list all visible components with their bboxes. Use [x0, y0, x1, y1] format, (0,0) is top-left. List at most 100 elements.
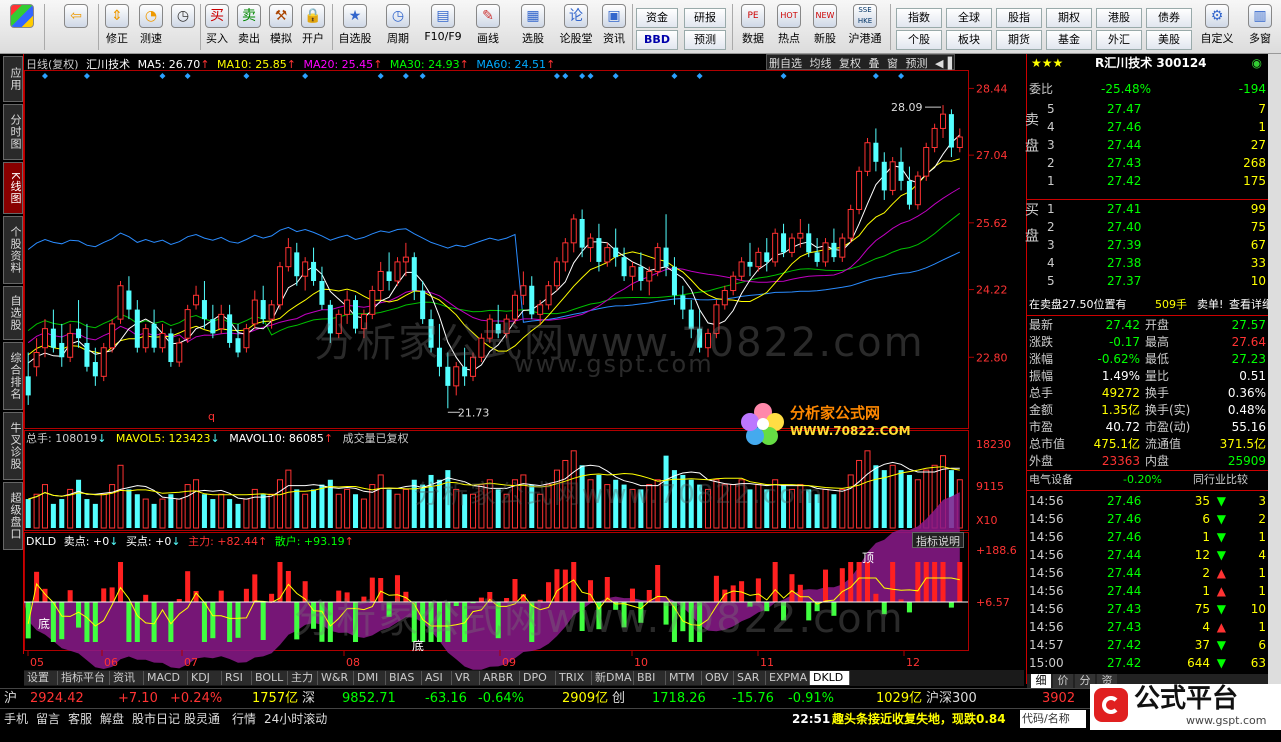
status-link-7[interactable]: 24小时滚动	[264, 709, 327, 729]
forecast-kline-button[interactable]: 预测	[906, 57, 928, 70]
market-button-2-0[interactable]: 股指	[996, 8, 1042, 28]
stock-pick-button[interactable]: ▦ 选股	[512, 2, 554, 52]
research-button[interactable]: 研报	[684, 8, 726, 28]
sz-label[interactable]: 深	[302, 689, 315, 709]
status-link-2[interactable]: 客服	[68, 709, 92, 729]
hotspot-button[interactable]: HOT 热点	[772, 2, 806, 52]
data-button[interactable]: PE 数据	[736, 2, 770, 52]
windows-button[interactable]	[4, 2, 40, 52]
watchlist-button[interactable]: ★ 自选股	[334, 2, 376, 52]
hs300-label[interactable]: 沪深300	[926, 689, 977, 709]
remove-watchlist-button[interactable]: 删自选	[769, 57, 802, 70]
industry-compare-link[interactable]: 同行业比较	[1193, 471, 1248, 489]
multiwindow-button[interactable]: ▥ 多窗	[1240, 2, 1280, 52]
indicator-tab-macd-3[interactable]: MACD	[144, 671, 188, 685]
indicator-tab-boll-6[interactable]: BOLL	[252, 671, 288, 685]
indicator-tab--2[interactable]: 资讯	[110, 671, 144, 685]
status-link-0[interactable]: 手机	[4, 709, 28, 729]
sidetab-kline[interactable]: K线图	[3, 162, 23, 214]
new-stock-button[interactable]: NEW 新股	[808, 2, 842, 52]
market-button-2-1[interactable]: 期货	[996, 30, 1042, 50]
market-button-3-0[interactable]: 期权	[1046, 8, 1092, 28]
indicator-tab-vr-12[interactable]: VR	[452, 671, 480, 685]
news-button[interactable]: ▣ 资讯	[598, 2, 630, 52]
market-button-1-0[interactable]: 全球	[946, 8, 992, 28]
indicator-tab-expma-21[interactable]: EXPMA	[766, 671, 810, 685]
speedtest-button[interactable]: ◔ 测速	[134, 2, 168, 52]
quote-tab-1[interactable]: 价	[1053, 674, 1073, 688]
indicator-tab-bbi-17[interactable]: BBI	[634, 671, 666, 685]
sidetab-apps[interactable]: 应用	[3, 56, 23, 102]
bbd-button[interactable]: BBD	[636, 30, 678, 50]
indicator-tab--1[interactable]: 指标平台	[58, 671, 110, 685]
speedtest2-button[interactable]: ◷	[166, 2, 200, 52]
indicator-tab-bias-10[interactable]: BIAS	[386, 671, 422, 685]
ma-button[interactable]: 均线	[810, 57, 832, 70]
overlay-button[interactable]: 叠	[869, 57, 880, 70]
indicator-tab--7[interactable]: 主力	[288, 671, 318, 685]
indicator-tab-trix-15[interactable]: TRIX	[556, 671, 592, 685]
sell-info-link[interactable]: 查看详细	[1229, 296, 1273, 314]
status-link-3[interactable]: 解盘	[100, 709, 124, 729]
market-button-1-1[interactable]: 板块	[946, 30, 992, 50]
sidetab-watchlist[interactable]: 自选股	[3, 286, 23, 340]
indicator-tab-asi-11[interactable]: ASI	[422, 671, 452, 685]
window-button[interactable]: 窗	[887, 57, 898, 70]
adjust-button[interactable]: 复权	[839, 57, 861, 70]
indicator-tab-kdj-4[interactable]: KDJ	[188, 671, 222, 685]
candle-body-down	[386, 271, 392, 281]
indicator-tab-obv-19[interactable]: OBV	[702, 671, 734, 685]
open-account-button[interactable]: 🔒 开户	[298, 2, 328, 52]
news-headline[interactable]: 趣头条接近收复失地，现跌0.84	[832, 709, 1006, 729]
market-button-0-0[interactable]: 指数	[896, 8, 942, 28]
status-link-5[interactable]: 股灵通	[184, 709, 220, 729]
correct-button[interactable]: ⇕ 修正	[100, 2, 134, 52]
indicator-tab-dkld-22[interactable]: DKLD	[810, 671, 850, 685]
status-link-1[interactable]: 留言	[36, 709, 60, 729]
sidetab-ranking[interactable]: 综合排名	[3, 342, 23, 410]
market-button-0-1[interactable]: 个股	[896, 30, 942, 50]
indicator-tab-sar-20[interactable]: SAR	[734, 671, 766, 685]
simulate-button[interactable]: ⚒ 模拟	[266, 2, 296, 52]
forecast-button[interactable]: 预测	[684, 30, 726, 50]
sidetab-diagnosis[interactable]: 牛叉诊股	[3, 412, 23, 480]
quote-tab-0[interactable]: 细	[1031, 674, 1051, 688]
buy-button[interactable]: 买买入	[202, 2, 232, 52]
sell-button[interactable]: 卖卖出	[234, 2, 264, 52]
fund-button[interactable]: 资金	[636, 8, 678, 28]
sh-label[interactable]: 沪	[4, 689, 17, 709]
indicator-tab-arbr-13[interactable]: ARBR	[480, 671, 520, 685]
indicator-tab-dmi-9[interactable]: DMI	[354, 671, 386, 685]
sidetab-profile[interactable]: 个股资料	[3, 216, 23, 284]
draw-line-button[interactable]: ✎ 画线	[468, 2, 508, 52]
sync-icon[interactable]: ◉	[1252, 54, 1262, 72]
indicator-explain-button[interactable]: 指标说明	[912, 532, 964, 548]
market-button-5-1[interactable]: 美股	[1146, 30, 1192, 50]
hk-connect-button[interactable]: SSE HKE 沪港通	[844, 2, 886, 52]
indicator-tab-mtm-18[interactable]: MTM	[666, 671, 702, 685]
indicator-tab-wr-8[interactable]: W&R	[318, 671, 354, 685]
market-button-3-1[interactable]: 基金	[1046, 30, 1092, 50]
forum-button[interactable]: 论论股堂	[556, 2, 596, 52]
sidetab-super-orderbook[interactable]: 超级盘口	[3, 482, 23, 550]
market-button-5-0[interactable]: 债券	[1146, 8, 1192, 28]
market-button-4-1[interactable]: 外汇	[1096, 30, 1142, 50]
status-link-6[interactable]: 行情	[232, 709, 256, 729]
indicator-tab--0[interactable]: 设置	[24, 671, 58, 685]
status-link-4[interactable]: 股市日记	[132, 709, 180, 729]
code-search-input[interactable]: 代码/名称	[1020, 710, 1086, 728]
candle-body-up	[956, 136, 963, 149]
indicator-tab-dma-16[interactable]: 新DMA	[592, 671, 634, 685]
sidetab-intraday[interactable]: 分时图	[3, 104, 23, 160]
indicator-tab-dpo-14[interactable]: DPO	[520, 671, 556, 685]
custom-button[interactable]: ⚙ 自定义	[1196, 2, 1238, 52]
pin-icon[interactable]: ◀▐	[935, 57, 952, 70]
market-button-4-0[interactable]: 港股	[1096, 8, 1142, 28]
cy-label[interactable]: 创	[612, 689, 625, 709]
period-button[interactable]: ◷ 周期	[378, 2, 418, 52]
sse-hke-icon: SSE HKE	[853, 4, 877, 28]
indicator-tab-rsi-5[interactable]: RSI	[222, 671, 252, 685]
back-button[interactable]: ⇦	[58, 2, 94, 52]
chart-area[interactable]: 28.44 27.04 25.62 24.22 22.80 28.09 21.73 q 1823…	[24, 54, 1024, 670]
f10-button[interactable]: ▤ F10/F9	[420, 2, 466, 52]
